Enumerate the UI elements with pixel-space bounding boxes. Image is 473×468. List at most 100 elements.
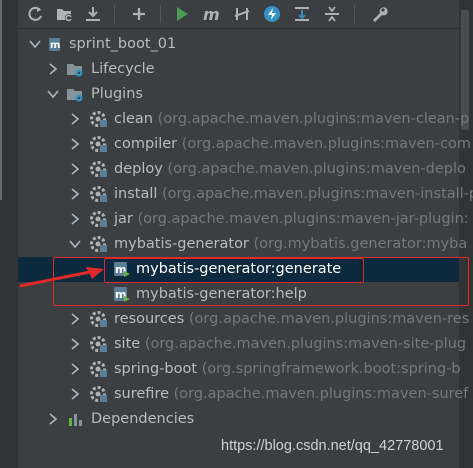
maven-goal-icon: m xyxy=(114,262,130,277)
plugin-coordinates: (org.apache.maven.plugins:maven-site-plu… xyxy=(144,336,467,352)
maven-goal-icon: m xyxy=(114,287,130,302)
plugins-label: Plugins xyxy=(91,86,143,102)
run-icon[interactable] xyxy=(171,3,193,25)
plugin-label: clean (org.apache.maven.plugins:maven-cl… xyxy=(114,109,469,130)
plugin-gear-icon xyxy=(90,186,107,202)
maven-toolbar: m xyxy=(18,0,459,29)
plugin-gear-icon xyxy=(90,236,107,252)
chevron-right-icon[interactable] xyxy=(68,362,82,376)
svg-text:m: m xyxy=(203,5,220,23)
tree-row-root[interactable]: m sprint_boot_01 xyxy=(18,32,459,57)
plugin-coordinates: (org.mybatis.generator:myba xyxy=(253,236,468,252)
plugin-gear-icon xyxy=(90,161,107,177)
tree-row-plugins[interactable]: Plugins xyxy=(18,82,459,107)
plugin-coordinates: (org.apache.maven.plugins:maven-res xyxy=(188,311,470,327)
chevron-right-icon[interactable] xyxy=(46,412,60,426)
plugin-name: jar xyxy=(114,211,133,227)
watermark: https://blog.csdn.net/qq_42778001 xyxy=(221,438,444,454)
plugin-gear-icon xyxy=(90,386,107,402)
svg-text:m: m xyxy=(50,40,60,51)
maven-goal-icon[interactable]: m xyxy=(201,3,223,25)
chevron-right-icon[interactable] xyxy=(68,187,82,201)
toolbar-separator xyxy=(160,5,161,23)
plugin-name: surefire xyxy=(114,386,170,402)
plugin-coordinates: (org.apache.maven.plugins:maven-suref xyxy=(173,386,469,402)
folder-gear-icon xyxy=(67,64,83,77)
add-icon[interactable] xyxy=(128,3,150,25)
chevron-right-icon[interactable] xyxy=(46,62,60,76)
plugin-name: install xyxy=(114,186,158,202)
plugin-coordinates: (org.apache.maven.plugins:maven-install-… xyxy=(162,186,473,202)
plugin-label: compiler (org.apache.maven.plugins:maven… xyxy=(114,134,471,155)
chevron-right-icon[interactable] xyxy=(68,387,82,401)
left-gutter xyxy=(0,0,18,468)
chevron-down-icon[interactable] xyxy=(46,87,60,101)
chevron-right-icon[interactable] xyxy=(68,137,82,151)
project-name: sprint_boot_01 xyxy=(69,36,177,52)
tree-row-plugin[interactable]: clean (org.apache.maven.plugins:maven-cl… xyxy=(18,107,469,132)
settings-icon[interactable] xyxy=(368,3,390,25)
plugin-gear-icon xyxy=(90,211,107,227)
tree-row-plugin[interactable]: jar (org.apache.maven.plugins:maven-jar-… xyxy=(18,207,469,232)
plugin-label: spring-boot (org.springframework.boot:sp… xyxy=(114,359,461,380)
tree-row-plugin[interactable]: compiler (org.apache.maven.plugins:maven… xyxy=(18,132,471,157)
goal-label: mybatis-generator:help xyxy=(136,286,307,302)
goal-label: mybatis-generator:generate xyxy=(136,261,342,277)
toggle-offline-icon[interactable] xyxy=(231,3,253,25)
download-icon[interactable] xyxy=(82,3,104,25)
gutter-edge xyxy=(0,0,2,200)
plugin-name: clean xyxy=(114,111,153,127)
plugin-gear-icon xyxy=(90,336,107,352)
tree-row-plugin[interactable]: deploy (org.apache.maven.plugins:maven-d… xyxy=(18,157,466,182)
plugin-coordinates: (org.apache.maven.plugins:maven-clean-p xyxy=(157,111,470,127)
toolbar-separator xyxy=(354,5,355,23)
plugin-label: resources (org.apache.maven.plugins:mave… xyxy=(114,309,469,330)
chevron-right-icon[interactable] xyxy=(68,162,82,176)
tree-row-dependencies[interactable]: Dependencies xyxy=(18,407,459,432)
plugin-label: install (org.apache.maven.plugins:maven-… xyxy=(114,184,473,205)
plugin-name: resources xyxy=(114,311,185,327)
plugin-name: mybatis-generator xyxy=(114,236,249,252)
tree-row-plugin[interactable]: surefire (org.apache.maven.plugins:maven… xyxy=(18,382,468,407)
reimport-icon[interactable] xyxy=(24,3,46,25)
chevron-down-icon[interactable] xyxy=(68,237,82,251)
tree-row-plugin[interactable]: install (org.apache.maven.plugins:maven-… xyxy=(18,182,473,207)
dependencies-label: Dependencies xyxy=(91,411,195,427)
plugin-coordinates: (org.apache.maven.plugins:maven-com xyxy=(181,136,471,152)
annotation-arrow-icon xyxy=(19,267,104,288)
folder-gear-icon xyxy=(67,89,83,102)
tree-row-lifecycle[interactable]: Lifecycle xyxy=(18,57,459,82)
chevron-right-icon[interactable] xyxy=(68,112,82,126)
plugin-label: surefire (org.apache.maven.plugins:maven… xyxy=(114,384,468,405)
skip-tests-icon[interactable] xyxy=(261,3,283,25)
plugin-coordinates: (org.apache.maven.plugins:maven-deplo xyxy=(167,161,466,177)
tree-row-plugin[interactable]: spring-boot (org.springframework.boot:sp… xyxy=(18,357,461,382)
show-dependencies-icon[interactable] xyxy=(291,3,313,25)
plugin-gear-icon xyxy=(90,111,107,127)
tree-row-plugin[interactable]: resources (org.apache.maven.plugins:mave… xyxy=(18,307,469,332)
chevron-right-icon[interactable] xyxy=(68,212,82,226)
plugin-label: deploy (org.apache.maven.plugins:maven-d… xyxy=(114,159,466,180)
plugin-name: spring-boot xyxy=(114,361,198,377)
maven-project-icon: m xyxy=(49,38,60,51)
plugin-coordinates: (org.springframework.boot:spring-b xyxy=(201,361,461,377)
plugin-gear-icon xyxy=(90,311,107,327)
chevron-down-icon[interactable] xyxy=(28,37,42,51)
plugin-gear-icon xyxy=(90,361,107,377)
plugin-gear-icon xyxy=(90,136,107,152)
dependencies-icon xyxy=(69,414,82,426)
plugin-label: site (org.apache.maven.plugins:maven-sit… xyxy=(114,334,466,355)
chevron-right-icon[interactable] xyxy=(68,337,82,351)
plugin-label: jar (org.apache.maven.plugins:maven-jar-… xyxy=(114,209,469,230)
generate-sources-icon[interactable] xyxy=(54,3,76,25)
collapse-all-icon[interactable] xyxy=(321,3,343,25)
chevron-right-icon[interactable] xyxy=(68,312,82,326)
plugin-label: mybatis-generator (org.mybatis.generator… xyxy=(114,234,467,255)
plugin-name: compiler xyxy=(114,136,178,152)
plugin-name: deploy xyxy=(114,161,163,177)
plugin-coordinates: (org.apache.maven.plugins:maven-jar-plug… xyxy=(137,211,469,227)
tree-row-plugin[interactable]: mybatis-generator (org.mybatis.generator… xyxy=(18,232,467,257)
tree-row-plugin[interactable]: site (org.apache.maven.plugins:maven-sit… xyxy=(18,332,466,357)
toolbar-separator xyxy=(114,5,115,23)
lifecycle-label: Lifecycle xyxy=(91,61,155,77)
